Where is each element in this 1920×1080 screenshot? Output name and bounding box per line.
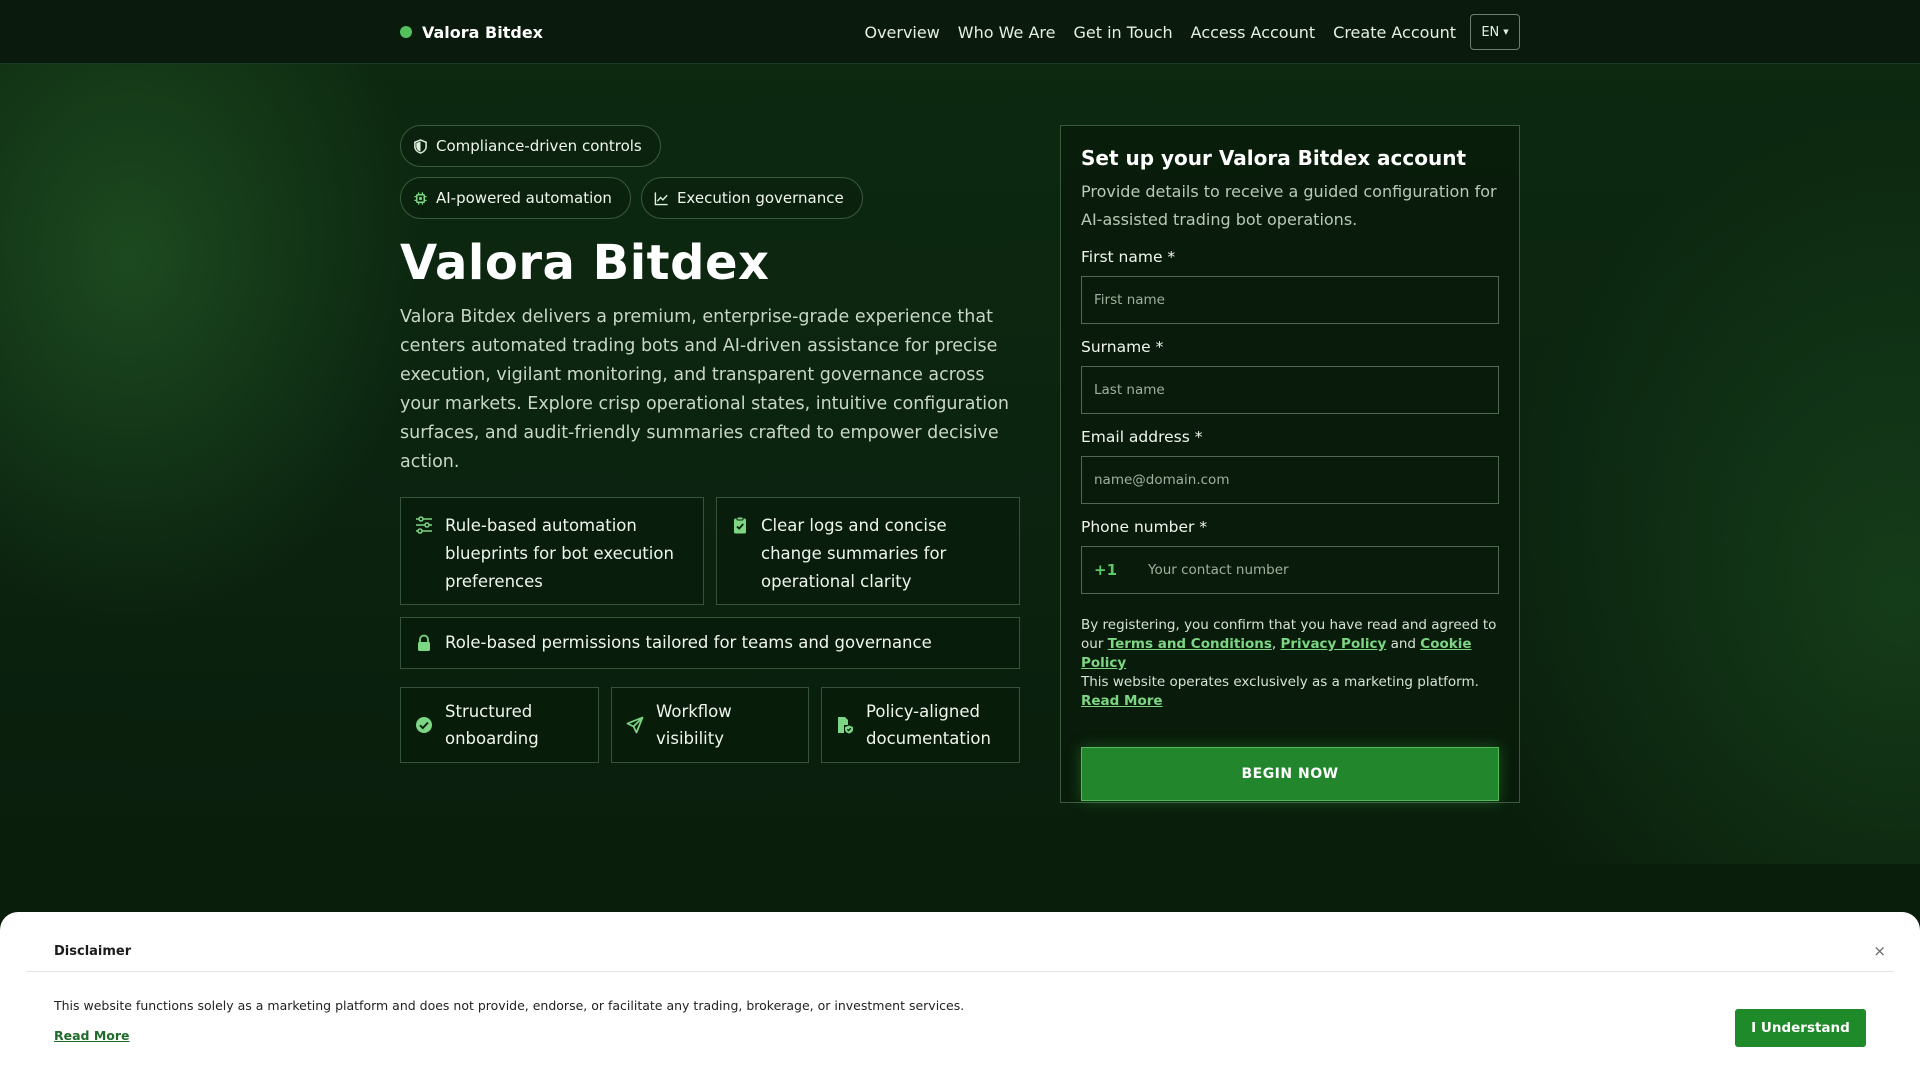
disclaimer-title: Disclaimer	[54, 944, 132, 959]
legal-notice: By registering, you confirm that you hav…	[1081, 616, 1499, 711]
lock-icon	[418, 634, 430, 651]
chip-icon	[414, 191, 427, 205]
language-value: EN	[1481, 24, 1500, 40]
email-input[interactable]: name@domain.com	[1081, 456, 1499, 504]
shield-icon	[414, 138, 427, 154]
clipboard-check-icon	[734, 516, 746, 534]
nav-overview[interactable]: Overview	[864, 23, 939, 42]
first-name-placeholder: First name	[1094, 292, 1165, 308]
phone-country-code[interactable]: +1	[1094, 561, 1148, 579]
chip-ai-automation: AI-powered automation	[400, 177, 631, 219]
chip-label: AI-powered automation	[436, 189, 612, 207]
terms-link[interactable]: Terms and Conditions	[1108, 636, 1272, 652]
legal-read-more-link[interactable]: Read More	[1081, 693, 1163, 709]
legal-and: and	[1390, 636, 1416, 652]
nav-get-in-touch[interactable]: Get in Touch	[1073, 23, 1172, 42]
brand-name: Valora Bitdex	[422, 22, 543, 42]
mini-text: Structured onboarding	[445, 702, 539, 748]
nav-create-account[interactable]: Create Account	[1333, 23, 1456, 42]
feature-text: Rule-based automation blueprints for bot…	[445, 516, 674, 591]
feature-card-automation: Rule-based automation blueprints for bot…	[400, 497, 704, 605]
disclaimer-banner: Disclaimer × This website functions sole…	[0, 912, 1920, 1080]
chip-label: Compliance-driven controls	[436, 137, 642, 155]
mini-card-workflow: Workflow visibility	[611, 687, 809, 763]
language-select[interactable]: EN ▼	[1470, 14, 1520, 50]
hero-description: Valora Bitdex delivers a premium, enterp…	[400, 307, 1009, 472]
feature-card-logs: Clear logs and concise change summaries …	[716, 497, 1020, 605]
chip-execution-governance: Execution governance	[640, 177, 863, 219]
form-subtitle: Provide details to receive a guided conf…	[1081, 182, 1497, 229]
hero-title: Valora Bitdex	[400, 235, 770, 291]
begin-now-button[interactable]: BEGIN NOW	[1081, 747, 1499, 801]
check-circle-icon	[416, 717, 432, 733]
brand-logo[interactable]: Valora Bitdex	[400, 20, 543, 44]
surname-placeholder: Last name	[1094, 382, 1165, 398]
feature-card-permissions: Role-based permissions tailored for team…	[400, 617, 1020, 669]
chip-label: Execution governance	[676, 189, 844, 207]
phone-label: Phone number *	[1081, 518, 1208, 536]
feature-row: Rule-based automation blueprints for bot…	[400, 497, 1020, 605]
first-name-input[interactable]: First name	[1081, 276, 1499, 324]
legal-comma: ,	[1271, 636, 1277, 652]
feature-text: Clear logs and concise change summaries …	[761, 516, 947, 591]
disclaimer-header: Disclaimer ×	[26, 912, 1894, 972]
email-placeholder: name@domain.com	[1094, 472, 1230, 488]
disclaimer-text: This website functions solely as a marke…	[54, 998, 965, 1013]
chevron-down-icon: ▼	[1503, 28, 1509, 36]
surname-label: Surname *	[1081, 338, 1164, 356]
feature-text: Role-based permissions tailored for team…	[445, 633, 932, 652]
nav-access-account[interactable]: Access Account	[1191, 23, 1315, 42]
i-understand-button[interactable]: I Understand	[1735, 1009, 1866, 1047]
chip-compliance: Compliance-driven controls	[400, 125, 661, 167]
main-nav: Overview Who We Are Get in Touch Access …	[864, 13, 1520, 51]
phone-placeholder: Your contact number	[1148, 562, 1289, 578]
email-label: Email address *	[1081, 428, 1203, 446]
mini-text: Policy-aligned documentation	[866, 702, 991, 748]
mini-feature-row: Structured onboarding Workflow visibilit…	[400, 687, 1020, 763]
send-icon	[626, 716, 644, 734]
chart-line-icon	[654, 191, 668, 205]
disclaimer-read-more-link[interactable]: Read More	[54, 1028, 130, 1043]
nav-who-we-are[interactable]: Who We Are	[958, 23, 1056, 42]
privacy-link[interactable]: Privacy Policy	[1280, 636, 1386, 652]
signup-form-card: Set up your Valora Bitdex account Provid…	[1060, 125, 1520, 803]
phone-input[interactable]: +1 Your contact number	[1081, 546, 1499, 594]
mini-text: Workflow visibility	[656, 702, 732, 748]
sliders-icon	[416, 516, 432, 534]
form-title: Set up your Valora Bitdex account	[1081, 146, 1467, 170]
feature-chips: Compliance-driven controls AI-powered au…	[400, 125, 880, 219]
legal-note: This website operates exclusively as a m…	[1081, 674, 1479, 690]
hero-section: Compliance-driven controls AI-powered au…	[400, 125, 1020, 763]
mini-card-onboarding: Structured onboarding	[400, 687, 599, 763]
file-shield-icon	[838, 717, 853, 734]
surname-input[interactable]: Last name	[1081, 366, 1499, 414]
mini-card-documentation: Policy-aligned documentation	[821, 687, 1020, 763]
close-icon[interactable]: ×	[1873, 942, 1886, 960]
brand-dot-icon	[400, 26, 412, 38]
top-navbar: Valora Bitdex Overview Who We Are Get in…	[0, 0, 1920, 64]
first-name-label: First name *	[1081, 248, 1176, 266]
